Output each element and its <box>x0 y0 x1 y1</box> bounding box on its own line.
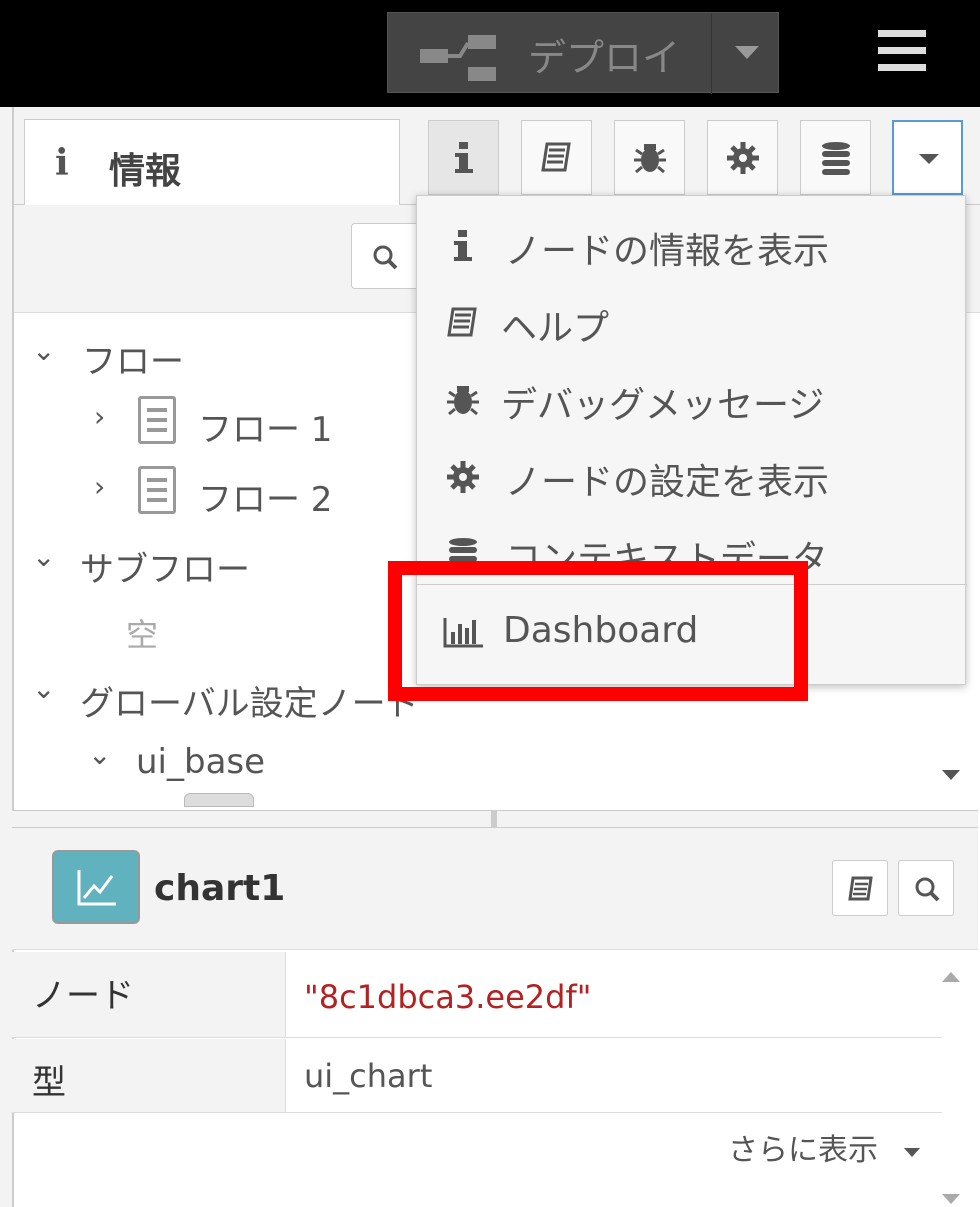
database-icon <box>822 142 850 175</box>
menu-item-label: ノードの設定を表示 <box>505 462 830 503</box>
sidebar-tabbar: i 情報 <box>14 107 980 209</box>
bug-icon <box>634 144 666 174</box>
sidebar-tab-dropdown-button[interactable] <box>892 120 963 195</box>
tree-section-global-config[interactable]: グローバル設定ノード <box>80 676 420 725</box>
flow-icon <box>138 396 176 444</box>
menu-item-label: デバッグメッセージ <box>501 385 825 426</box>
gear-icon <box>447 461 479 493</box>
menu-item-debug[interactable]: デバッグメッセージ <box>417 362 967 438</box>
tree-item-ui-base[interactable]: ui_base <box>136 742 265 782</box>
info-icon <box>455 142 473 173</box>
chevron-down-icon[interactable]: ⌄ <box>32 540 55 573</box>
chevron-down-icon[interactable]: ⌄ <box>32 672 55 705</box>
chevron-right-icon[interactable]: › <box>94 400 105 433</box>
menu-item-label: ノードの情報を表示 <box>505 231 830 272</box>
caret-down-icon[interactable] <box>904 1148 920 1157</box>
book-icon <box>541 142 571 172</box>
deploy-separator <box>711 13 712 94</box>
tree-scroll-down-icon[interactable] <box>942 770 960 780</box>
deploy-button[interactable]: デプロイ <box>387 12 779 94</box>
chevron-down-icon[interactable]: ⌄ <box>32 334 55 367</box>
bug-icon <box>447 386 479 416</box>
tab-button-debug[interactable] <box>614 120 685 195</box>
tree-section-subflows[interactable]: サブフロー <box>80 542 250 591</box>
menu-item-config[interactable]: ノードの設定を表示 <box>417 439 967 515</box>
menu-item-help[interactable]: ヘルプ <box>417 285 967 361</box>
tab-button-help[interactable] <box>521 120 592 195</box>
deploy-icon <box>420 35 496 81</box>
flow-icon <box>138 466 176 514</box>
deploy-options-caret-icon[interactable] <box>735 46 759 59</box>
deploy-label: デプロイ <box>528 36 681 80</box>
main-menu-hamburger-icon[interactable] <box>878 30 926 72</box>
tree-item-flow-2[interactable]: フロー 2 <box>198 472 332 521</box>
tab-button-context[interactable] <box>800 120 871 195</box>
highlight-box <box>388 561 808 701</box>
scroll-down-icon[interactable] <box>942 1194 960 1204</box>
info-icon: i <box>55 142 69 184</box>
tree-item-flow-1[interactable]: フロー 1 <box>198 402 332 451</box>
book-icon <box>447 307 477 337</box>
chevron-down-icon[interactable]: ⌄ <box>88 738 111 771</box>
gear-icon <box>727 142 759 174</box>
show-more-link[interactable]: さらに表示 <box>728 1125 878 1169</box>
top-header: デプロイ <box>0 0 980 107</box>
caret-down-icon <box>919 154 939 164</box>
search-icon <box>373 245 398 270</box>
tab-info-label: 情報 <box>109 151 182 192</box>
tab-button-info[interactable] <box>428 120 499 195</box>
info-icon <box>454 230 472 261</box>
menu-item-label: ヘルプ <box>501 308 610 349</box>
chevron-right-icon[interactable]: › <box>94 470 105 503</box>
tree-section-flows[interactable]: フロー <box>82 334 184 383</box>
tree-node-stub <box>184 793 254 807</box>
subflows-empty-label: 空 <box>126 616 159 654</box>
scroll-up-icon[interactable] <box>942 972 960 982</box>
menu-item-node-info[interactable]: ノードの情報を表示 <box>417 208 967 284</box>
tab-button-config[interactable] <box>707 120 778 195</box>
tab-info[interactable]: i 情報 <box>24 119 400 209</box>
